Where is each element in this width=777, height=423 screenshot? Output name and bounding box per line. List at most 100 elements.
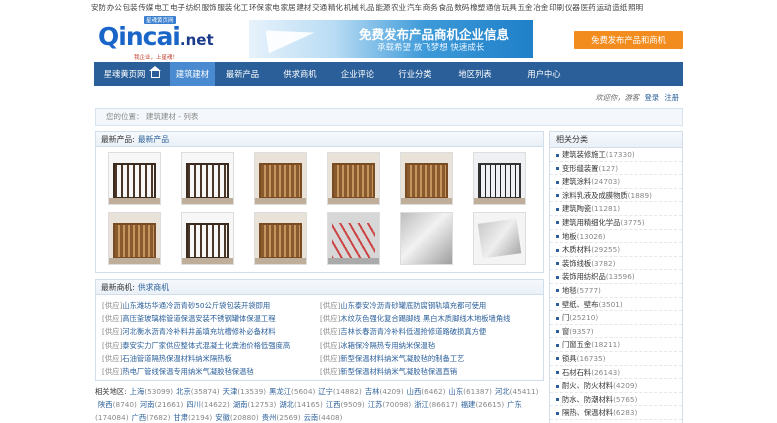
product-thumbnail[interactable]	[254, 212, 307, 265]
business-title[interactable]: 吉林长春沥青冷补料低温抢修道路破损真方便	[340, 327, 486, 336]
top-category-link[interactable]: 家电	[265, 3, 280, 12]
product-thumbnail[interactable]	[473, 152, 526, 205]
sidebar-category-item[interactable]: 锁具(16735)	[550, 352, 682, 366]
region-link[interactable]: 四川	[186, 400, 201, 409]
business-row[interactable]: [供应]新型保温材料纳米气凝胶毡的制备工艺	[320, 353, 535, 364]
top-category-link[interactable]: 纺织	[186, 3, 201, 12]
business-row[interactable]: [供应]新型保温材料纳米气凝胶毡保温直销	[320, 366, 535, 377]
region-link[interactable]: 河南	[140, 400, 155, 409]
sidebar-category-item[interactable]: 隔热、保温材料(6283)	[550, 406, 682, 420]
top-category-link[interactable]: 交通	[312, 3, 327, 12]
product-thumbnail[interactable]	[254, 152, 307, 205]
sidebar-category-item[interactable]: 地板(13026)	[550, 230, 682, 244]
region-link[interactable]: 湖北	[279, 400, 294, 409]
login-link[interactable]: 登录	[644, 93, 659, 102]
top-category-link[interactable]: 食品	[439, 3, 454, 12]
region-link[interactable]: 安徽	[215, 413, 230, 422]
sidebar-category-item[interactable]: 地毯(5777)	[550, 284, 682, 298]
sidebar-category-item[interactable]: 建筑用精细化学品(3775)	[550, 216, 682, 230]
region-link[interactable]: 陕西	[98, 400, 113, 409]
region-link[interactable]: 山东	[449, 387, 464, 396]
sidebar-category-item[interactable]: 耐火、防火材料(4209)	[550, 379, 682, 393]
sidebar-category-item[interactable]: 壁纸、壁布(3501)	[550, 298, 682, 312]
business-row[interactable]: [供应]吉林长春沥青冷补料低温抢修道路破损真方便	[320, 326, 535, 337]
nav-item[interactable]: 建筑建材	[170, 62, 215, 86]
top-category-link[interactable]: 仪器	[565, 3, 580, 12]
nav-item[interactable]: 供求商机	[270, 62, 330, 86]
nav-item[interactable]: 企业评论	[330, 62, 385, 86]
business-row[interactable]: [供应]泰安实力厂家供应整体式混凝土化粪池价格低强度高	[102, 340, 317, 351]
region-link[interactable]: 吉林	[365, 387, 380, 396]
business-title[interactable]: 河北衡水沥青冷补料井盖填充坑槽修补必备材料	[122, 327, 275, 336]
sidebar-category-item[interactable]: 装饰用纺织品(13596)	[550, 270, 682, 284]
top-category-link[interactable]: 家居	[281, 3, 296, 12]
top-category-link[interactable]: 造纸	[612, 3, 627, 12]
business-title[interactable]: 石油管道隔热保温材料纳米隔热板	[122, 354, 231, 363]
register-link[interactable]: 注册	[664, 93, 679, 102]
nav-item[interactable]: 用户中心	[505, 62, 583, 86]
site-logo[interactable]: 星魂黄页网 Qincai.net 我企业，上星魂！	[96, 16, 226, 61]
sidebar-category-item[interactable]: 装饰线板(3782)	[550, 257, 682, 271]
product-thumbnail[interactable]	[181, 152, 234, 205]
top-category-link[interactable]: 橡塑	[470, 3, 485, 12]
top-category-link[interactable]: 服饰	[202, 3, 217, 12]
nav-item[interactable]: 星魂黄页网	[94, 62, 170, 86]
product-thumbnail[interactable]	[327, 212, 380, 265]
region-link[interactable]: 广东	[507, 400, 522, 409]
top-category-link[interactable]: 玩具	[502, 3, 517, 12]
top-category-link[interactable]: 办公	[107, 3, 122, 12]
business-title[interactable]: 泰安实力厂家供应整体式混凝土化粪池价格低强度高	[122, 341, 290, 350]
top-category-link[interactable]: 精化	[328, 3, 343, 12]
publish-free-button[interactable]: 免费发布产品和商机	[574, 31, 683, 49]
business-title[interactable]: 木纹灰色强化复合踢脚线 黑白木质脚线木地板墙角线	[340, 314, 510, 323]
top-category-link[interactable]: 运动	[597, 3, 612, 12]
nav-item[interactable]: 行业分类	[385, 62, 445, 86]
region-link[interactable]: 福建	[461, 400, 476, 409]
top-category-link[interactable]: 商务	[423, 3, 438, 12]
top-category-link[interactable]: 印刷	[549, 3, 564, 12]
region-link[interactable]: 河北	[495, 387, 510, 396]
nav-item[interactable]: 地区列表	[445, 62, 505, 86]
region-link[interactable]: 江苏	[368, 400, 383, 409]
top-category-link[interactable]: 传媒	[138, 3, 153, 12]
region-link[interactable]: 上海	[130, 387, 145, 396]
business-row[interactable]: [供应]木纹灰色强化复合踢脚线 黑白木质脚线木地板墙角线	[320, 313, 535, 324]
top-category-link[interactable]: 化工	[233, 3, 248, 12]
region-link[interactable]: 黑龙江	[269, 387, 291, 396]
region-link[interactable]: 辽宁	[318, 387, 333, 396]
breadcrumb-path[interactable]: 建筑建材 - 列表	[146, 112, 198, 121]
business-row[interactable]: [供应]河北衡水沥青冷补料井盖填充坑槽修补必备材料	[102, 326, 317, 337]
top-category-link[interactable]: 安防	[91, 3, 106, 12]
business-row[interactable]: [供应]热电厂管线保温专用纳米气凝胶毡保温毡	[102, 366, 317, 377]
top-category-link[interactable]: 能源	[375, 3, 390, 12]
business-row[interactable]: [供应]石油管道隔热保温材料纳米隔热板	[102, 353, 317, 364]
product-thumbnail[interactable]	[108, 212, 161, 265]
region-link[interactable]: 贵州	[262, 413, 277, 422]
business-title[interactable]: 山东泰安冷沥青砂罐底防腐钢轨填充都可使用	[340, 301, 486, 310]
top-category-link[interactable]: 医药	[581, 3, 596, 12]
top-category-link[interactable]: 五金	[518, 3, 533, 12]
region-link[interactable]: 广西	[132, 413, 147, 422]
business-title[interactable]: 高压釜玻璃棉管道保温安装不锈钢罐体保温工程	[122, 314, 275, 323]
top-category-link[interactable]: 农业	[391, 3, 406, 12]
top-category-link[interactable]: 礼品	[360, 3, 375, 12]
business-title[interactable]: 热电厂管线保温专用纳米气凝胶毡保温毡	[122, 367, 253, 376]
top-category-link[interactable]: 机械	[344, 3, 359, 12]
promo-banner[interactable]: 免费发布产品商机企业信息 承载希望 放飞梦想 快速成长	[249, 20, 533, 58]
nav-item[interactable]: 最新产品	[215, 62, 270, 86]
top-category-link[interactable]: 冶金	[533, 3, 548, 12]
business-row[interactable]: [供应]冰箱保冷隔热专用纳米保温毡	[320, 340, 535, 351]
business-row[interactable]: [供应]高压釜玻璃棉管道保温安装不锈钢罐体保温工程	[102, 313, 317, 324]
region-link[interactable]: 山西	[407, 387, 422, 396]
product-thumbnail[interactable]	[400, 212, 453, 265]
latest-products-link[interactable]: 最新产品	[138, 135, 169, 144]
region-link[interactable]: 北京	[176, 387, 191, 396]
region-link[interactable]: 甘肃	[173, 413, 188, 422]
top-category-link[interactable]: 电子	[170, 3, 185, 12]
business-title[interactable]: 山东潍坊华通冷沥青砂50公斤袋包装开袋即用	[122, 301, 270, 310]
product-thumbnail[interactable]	[108, 152, 161, 205]
sidebar-category-item[interactable]: 木质材料(29255)	[550, 243, 682, 257]
sidebar-category-item[interactable]: 建筑涂料(24703)	[550, 175, 682, 189]
sidebar-category-item[interactable]: 门(25210)	[550, 311, 682, 325]
product-thumbnail[interactable]	[473, 212, 526, 265]
